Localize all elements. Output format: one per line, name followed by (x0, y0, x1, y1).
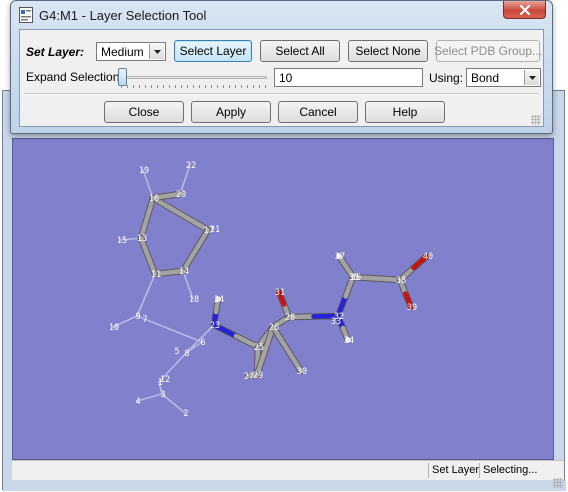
select-layer-button[interactable]: Select Layer (174, 40, 252, 62)
atom-label: 23 (210, 321, 220, 331)
atom-label: 18 (189, 295, 199, 305)
close-button[interactable]: Close (104, 101, 184, 123)
atom-label: 10 (109, 323, 119, 333)
atom-label: 36 (351, 273, 361, 283)
bond-line[interactable] (136, 393, 163, 402)
atom-label: 7 (142, 315, 147, 325)
layer-select-value: Medium (101, 45, 144, 59)
atom-label: 8 (184, 349, 189, 359)
expand-selection-label: Expand Selection: (26, 70, 123, 84)
status-mode: Set Layer (428, 463, 482, 478)
atom-label: 11 (151, 270, 161, 280)
atom-label: 39 (407, 303, 417, 313)
atom-label: 25 (254, 343, 264, 353)
atom-label: 24 (214, 295, 224, 305)
expand-value-input[interactable]: 10 (274, 68, 423, 87)
atom-label: 2 (183, 409, 188, 419)
set-layer-label: Set Layer: (26, 45, 85, 59)
molecule-viewport[interactable]: 1 2 3 4 5 6 7 8 9 10 11 12 13 14 15 16 17 18 19 20 21 22 23 24 2… (12, 138, 554, 460)
atom-label: 28 (285, 313, 295, 323)
using-select-value: Bond (471, 71, 500, 85)
select-none-button[interactable]: Select None (348, 40, 428, 62)
bond-line[interactable] (270, 324, 304, 374)
layer-selection-dialog: G4:M1 - Layer Selection Tool Set Layer: … (10, 0, 553, 134)
bond-line[interactable] (136, 273, 156, 317)
atom-label: 37 (335, 252, 345, 262)
bond-line[interactable] (180, 227, 211, 274)
layer-select[interactable]: Medium (96, 42, 166, 61)
atom-label: 33 (331, 317, 341, 327)
atom-label: 19 (139, 166, 149, 176)
atom-label: 29 (253, 371, 263, 381)
slider-thumb[interactable] (118, 68, 127, 86)
atom-label: 38 (396, 276, 406, 286)
main-resize-grip[interactable] (553, 478, 563, 488)
using-label: Using: (429, 71, 464, 85)
close-icon (519, 4, 530, 15)
molecule-canvas[interactable]: 1234567891011121314151617181920212223242… (13, 139, 554, 460)
atom-label: 14 (179, 267, 189, 277)
atom-label: 40 (423, 252, 433, 262)
atom-label: 26 (269, 323, 279, 333)
bond-line[interactable] (150, 195, 211, 233)
select-all-button[interactable]: Select All (260, 40, 340, 62)
atom-label: 22 (186, 161, 196, 171)
help-button[interactable]: Help (365, 101, 445, 123)
atom-label: 31 (275, 288, 285, 298)
atom-label: 9 (135, 312, 140, 322)
atom-labels-group: 1234567891011121314151617181920212223242… (109, 161, 433, 419)
atom-label: 12 (160, 375, 170, 385)
atom-label: 15 (117, 236, 127, 246)
cancel-button[interactable]: Cancel (278, 101, 358, 123)
chevron-down-icon[interactable] (524, 70, 539, 85)
atom-label: 3 (160, 390, 165, 400)
slider-ticks (121, 85, 266, 88)
expand-value: 10 (279, 71, 293, 85)
atom-label: 16 (149, 194, 159, 204)
separator (24, 93, 539, 95)
slider-track (117, 76, 267, 79)
atom-label: 20 (176, 190, 186, 200)
apply-button[interactable]: Apply (191, 101, 271, 123)
atom-label: 6 (200, 338, 205, 348)
atom-label: 34 (344, 336, 354, 346)
status-progress: Selecting... (479, 463, 540, 478)
dialog-client-area: Set Layer: Medium Select Layer Select Al… (19, 29, 544, 127)
main-window-frame (3, 481, 566, 491)
select-pdb-group-button[interactable]: Select PDB Group... (434, 40, 542, 62)
dialog-title: G4:M1 - Layer Selection Tool (39, 8, 207, 23)
atom-label: 30 (297, 367, 307, 377)
dialog-titlebar[interactable]: G4:M1 - Layer Selection Tool (11, 1, 552, 29)
atom-label: 13 (137, 234, 147, 244)
atom-label: 21 (210, 225, 220, 235)
bond-line[interactable] (138, 195, 156, 241)
using-select[interactable]: Bond (466, 68, 541, 87)
window-close-button[interactable] (503, 1, 546, 19)
chevron-down-icon[interactable] (149, 44, 164, 59)
atom-label: 5 (174, 347, 179, 357)
dialog-resize-grip[interactable] (531, 115, 541, 125)
expand-selection-slider[interactable] (117, 67, 267, 87)
status-bar: Set Layer Selecting... (12, 460, 564, 480)
app-icon (19, 7, 33, 23)
atom-label: 4 (135, 397, 140, 407)
